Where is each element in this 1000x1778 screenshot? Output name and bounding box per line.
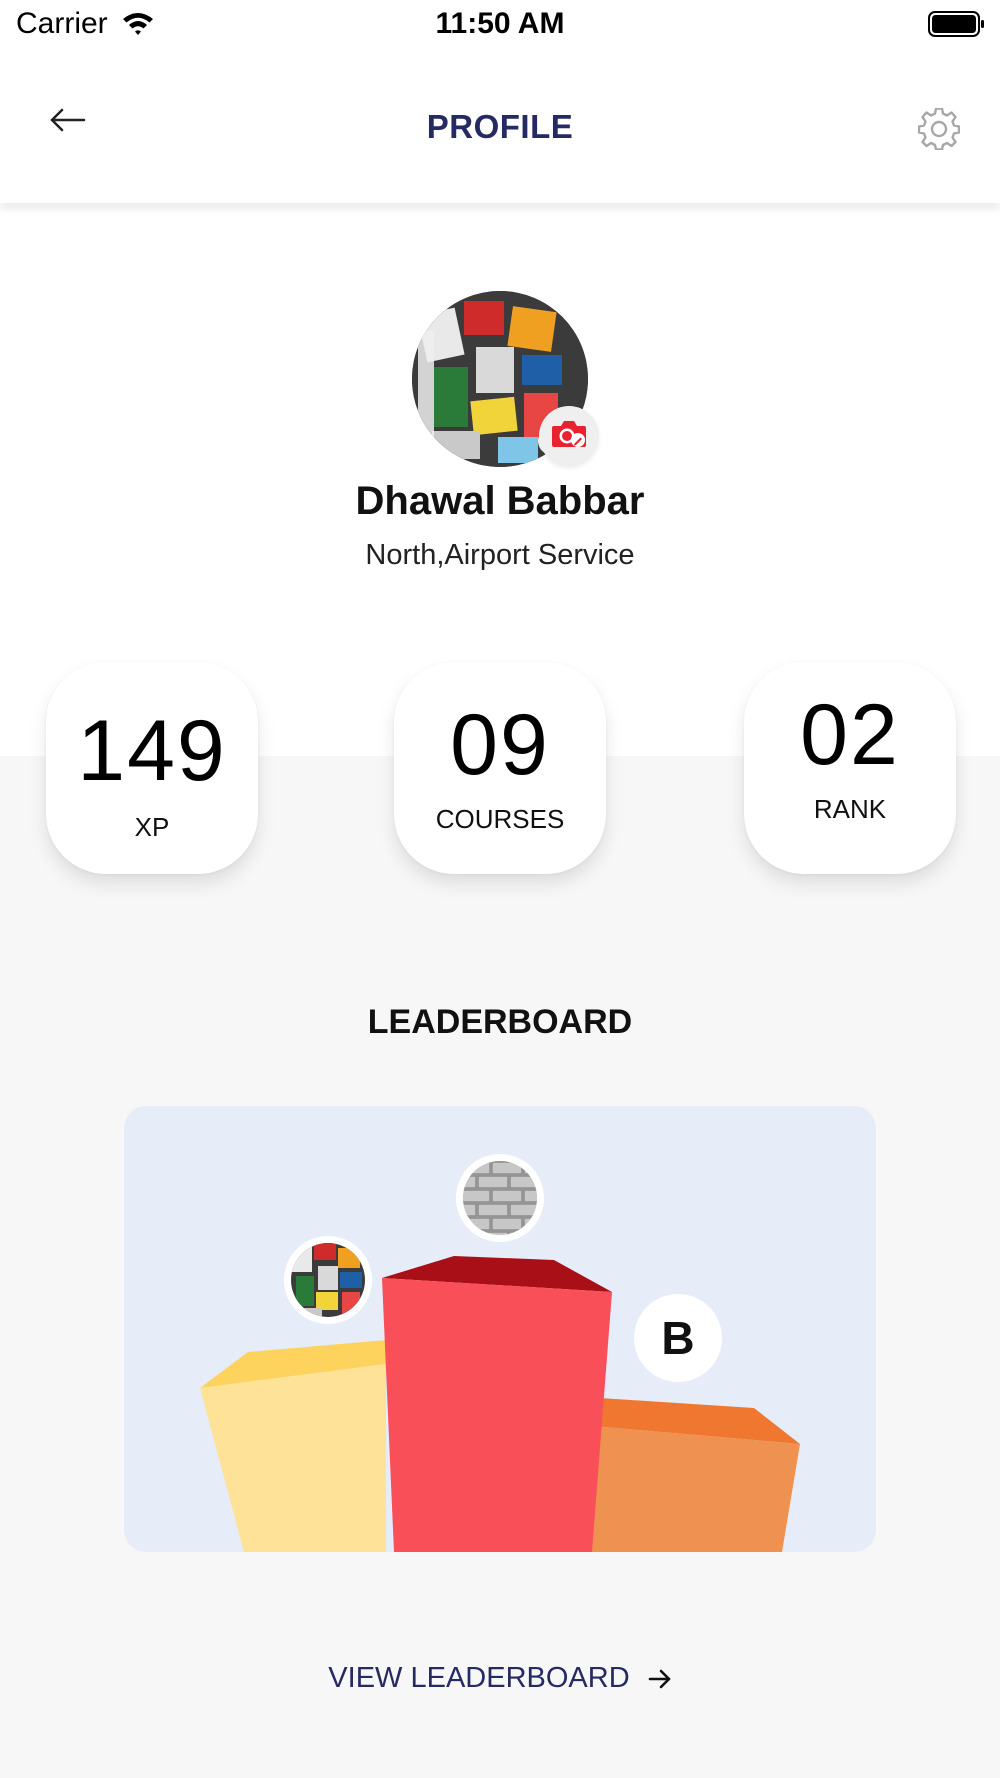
user-name: Dhawal Babbar bbox=[355, 479, 645, 523]
camera-edit-icon bbox=[550, 418, 588, 455]
settings-button[interactable] bbox=[917, 107, 961, 151]
profile-avatar-wrap bbox=[412, 291, 599, 467]
stat-label-rank: RANK bbox=[813, 794, 887, 824]
podium-third-block bbox=[592, 1426, 800, 1552]
stat-value-xp: 149 bbox=[77, 703, 227, 799]
podium-avatar-third[interactable]: B bbox=[634, 1294, 722, 1382]
podium-avatar-first[interactable] bbox=[456, 1154, 544, 1242]
stat-card-rank: 02 RANK bbox=[744, 662, 956, 874]
stat-label-courses: COURSES bbox=[435, 804, 565, 834]
stat-card-xp: 149 XP bbox=[46, 662, 258, 874]
view-leaderboard-label: VIEW LEADERBOARD bbox=[328, 1662, 630, 1694]
leaderboard-title: LEADERBOARD bbox=[367, 1003, 633, 1041]
app-header: PROFILE bbox=[0, 48, 1000, 203]
gear-icon bbox=[917, 107, 961, 154]
battery-icon bbox=[928, 10, 986, 38]
podium-first-block bbox=[382, 1278, 612, 1552]
stat-card-courses: 09 COURSES bbox=[394, 662, 606, 874]
podium-avatar-second[interactable] bbox=[284, 1236, 372, 1324]
stat-value-courses: 09 bbox=[450, 697, 550, 793]
leaderboard-podium[interactable]: B bbox=[124, 1106, 876, 1552]
edit-photo-button[interactable] bbox=[539, 406, 599, 466]
clock-time: 11:50 AM bbox=[435, 7, 565, 40]
page-title: PROFILE bbox=[426, 108, 574, 145]
stat-label-xp: XP bbox=[134, 812, 170, 842]
arrow-right-icon bbox=[648, 1665, 672, 1698]
stat-value-rank: 02 bbox=[800, 687, 900, 783]
podium-second-block bbox=[200, 1364, 386, 1552]
view-leaderboard-link[interactable]: VIEW LEADERBOARD bbox=[0, 1662, 1000, 1698]
user-location-department: North,Airport Service bbox=[365, 539, 635, 571]
status-bar: Carrier 11:50 AM bbox=[0, 0, 1000, 48]
